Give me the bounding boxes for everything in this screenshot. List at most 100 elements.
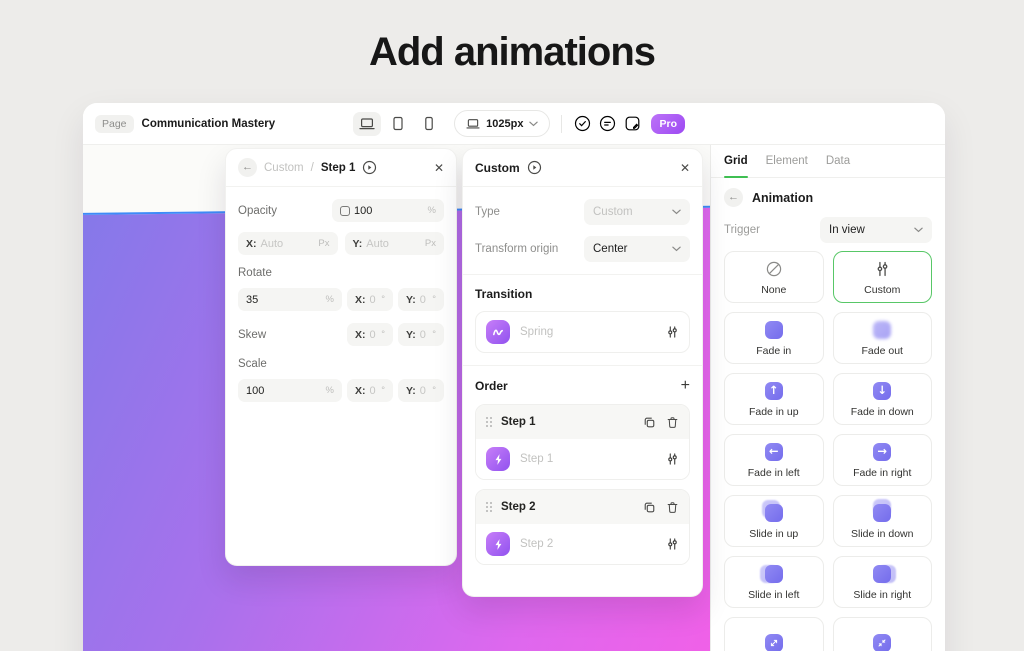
builder-window: Page Communication Mastery xyxy=(83,103,945,651)
scale-y-input[interactable]: Y: 0 ° xyxy=(398,379,444,402)
animation-tile-slide-in-right[interactable]: Slide in right xyxy=(833,556,933,608)
tab-grid[interactable]: Grid xyxy=(724,145,748,177)
animation-tile-scale-down[interactable] xyxy=(833,617,933,651)
add-step-button[interactable]: + xyxy=(681,378,690,394)
play-preview-button[interactable] xyxy=(527,160,542,175)
custom-animation-panel: Custom ✕ Type Custom Transf xyxy=(462,148,703,597)
spring-curve-icon xyxy=(486,320,510,344)
laptop-icon xyxy=(359,117,375,131)
scale-down-icon xyxy=(873,633,891,651)
arrow-right-icon: → xyxy=(873,442,891,462)
animation-tile-slide-in-left[interactable]: Slide in left xyxy=(724,556,824,608)
duplicate-icon[interactable] xyxy=(643,501,656,514)
type-value: Custom xyxy=(593,206,633,218)
desktop-device-button[interactable] xyxy=(353,112,381,136)
play-preview-button[interactable] xyxy=(362,160,377,175)
animation-tile-fade-in-right[interactable]: →Fade in right xyxy=(833,434,933,486)
transition-card[interactable]: Spring xyxy=(475,311,690,353)
viewport-width-dropdown[interactable]: 1025px xyxy=(454,110,550,137)
trash-icon[interactable] xyxy=(666,501,679,514)
step-name: Step 1 xyxy=(520,453,656,465)
animation-tile-fade-in[interactable]: Fade in xyxy=(724,312,824,364)
arrow-left-icon: ← xyxy=(765,442,783,462)
notes-edit-button[interactable] xyxy=(621,112,644,135)
trigger-value: In view xyxy=(829,224,865,236)
breadcrumb-current: Step 1 xyxy=(321,162,356,174)
breadcrumb-separator: / xyxy=(311,162,314,174)
animation-tile-custom[interactable]: Custom xyxy=(833,251,933,303)
slide-left-icon xyxy=(763,564,785,584)
transform-origin-dropdown[interactable]: Center xyxy=(584,236,690,262)
trigger-dropdown[interactable]: In view xyxy=(820,217,932,243)
trigger-label: Trigger xyxy=(724,224,760,236)
animation-section-title: Animation xyxy=(752,191,813,205)
fade-in-icon xyxy=(765,320,783,340)
tile-label: Slide in up xyxy=(749,528,798,540)
toolbar: Page Communication Mastery xyxy=(83,103,945,145)
step-card-header[interactable]: Step 2 xyxy=(476,490,689,524)
y-position-input[interactable]: Y: Auto Px xyxy=(345,232,445,255)
opacity-label: Opacity xyxy=(238,205,277,217)
tablet-icon xyxy=(391,116,405,131)
scale-input[interactable]: 100 % xyxy=(238,379,342,402)
animation-presets-grid: None Custom Fade in Fade out ↑Fade in up↓Fad… xyxy=(711,243,945,651)
animation-tile-slide-in-up[interactable]: Slide in up xyxy=(724,495,824,547)
animation-tile-fade-in-left[interactable]: ←Fade in left xyxy=(724,434,824,486)
laptop-icon xyxy=(466,118,480,130)
sliders-icon[interactable] xyxy=(666,452,679,466)
opacity-icon xyxy=(340,206,350,216)
tile-label: Custom xyxy=(864,284,900,296)
animation-tile-none[interactable]: None xyxy=(724,251,824,303)
step-properties-panel: ← Custom / Step 1 ✕ Opacity 100 % xyxy=(225,148,457,566)
type-label: Type xyxy=(475,206,500,218)
step-name: Step 2 xyxy=(520,538,656,550)
order-heading: Order xyxy=(475,379,508,393)
animation-tile-fade-in-up[interactable]: ↑Fade in up xyxy=(724,373,824,425)
x-position-input[interactable]: X: Auto Px xyxy=(238,232,338,255)
close-button[interactable]: ✕ xyxy=(680,161,690,175)
scale-x-input[interactable]: X: 0 ° xyxy=(347,379,393,402)
check-circle-button[interactable] xyxy=(571,112,594,135)
order-step-card-1: Step 1 Step 1 xyxy=(475,404,690,480)
step-card-header[interactable]: Step 1 xyxy=(476,405,689,439)
arrow-up-icon: ↑ xyxy=(765,381,783,401)
drag-handle-icon[interactable] xyxy=(486,502,493,513)
tab-element[interactable]: Element xyxy=(766,145,808,177)
type-dropdown[interactable]: Custom xyxy=(584,199,690,225)
trash-icon[interactable] xyxy=(666,416,679,429)
transform-origin-label: Transform origin xyxy=(475,243,558,255)
animation-tile-scale-up[interactable] xyxy=(724,617,824,651)
scale-label: Scale xyxy=(238,358,444,370)
back-button[interactable]: ← xyxy=(238,158,257,177)
phone-device-button[interactable] xyxy=(415,112,443,136)
step-card-body[interactable]: Step 1 xyxy=(476,439,689,479)
tab-data[interactable]: Data xyxy=(826,145,850,177)
custom-panel-title: Custom xyxy=(475,161,520,175)
lightning-icon xyxy=(486,532,510,556)
skew-y-input[interactable]: Y: 0 ° xyxy=(398,323,444,346)
animation-tile-slide-in-down[interactable]: Slide in down xyxy=(833,495,933,547)
comment-circle-button[interactable] xyxy=(596,112,619,135)
drag-handle-icon[interactable] xyxy=(486,417,493,428)
duplicate-icon[interactable] xyxy=(643,416,656,429)
step-card-body[interactable]: Step 2 xyxy=(476,524,689,564)
rotate-x-input[interactable]: X: 0 ° xyxy=(347,288,393,311)
tile-label: None xyxy=(761,284,786,296)
y-position-placeholder: Auto xyxy=(366,238,421,250)
animation-tile-fade-out[interactable]: Fade out xyxy=(833,312,933,364)
tile-label: Slide in right xyxy=(853,589,911,601)
skew-x-input[interactable]: X: 0 ° xyxy=(347,323,393,346)
trigger-row: Trigger In view xyxy=(711,217,945,243)
breadcrumb-parent[interactable]: Custom xyxy=(264,162,304,174)
close-button[interactable]: ✕ xyxy=(434,161,444,175)
animation-tile-fade-in-down[interactable]: ↓Fade in down xyxy=(833,373,933,425)
opacity-input[interactable]: 100 % xyxy=(332,199,444,222)
back-button[interactable]: ← xyxy=(724,188,743,207)
sliders-icon[interactable] xyxy=(666,537,679,551)
rotate-input[interactable]: 35 % xyxy=(238,288,342,311)
tile-label: Fade out xyxy=(862,345,903,357)
rotate-y-input[interactable]: Y: 0 ° xyxy=(398,288,444,311)
lightning-icon xyxy=(486,447,510,471)
tablet-device-button[interactable] xyxy=(384,112,412,136)
sliders-icon[interactable] xyxy=(666,325,679,339)
